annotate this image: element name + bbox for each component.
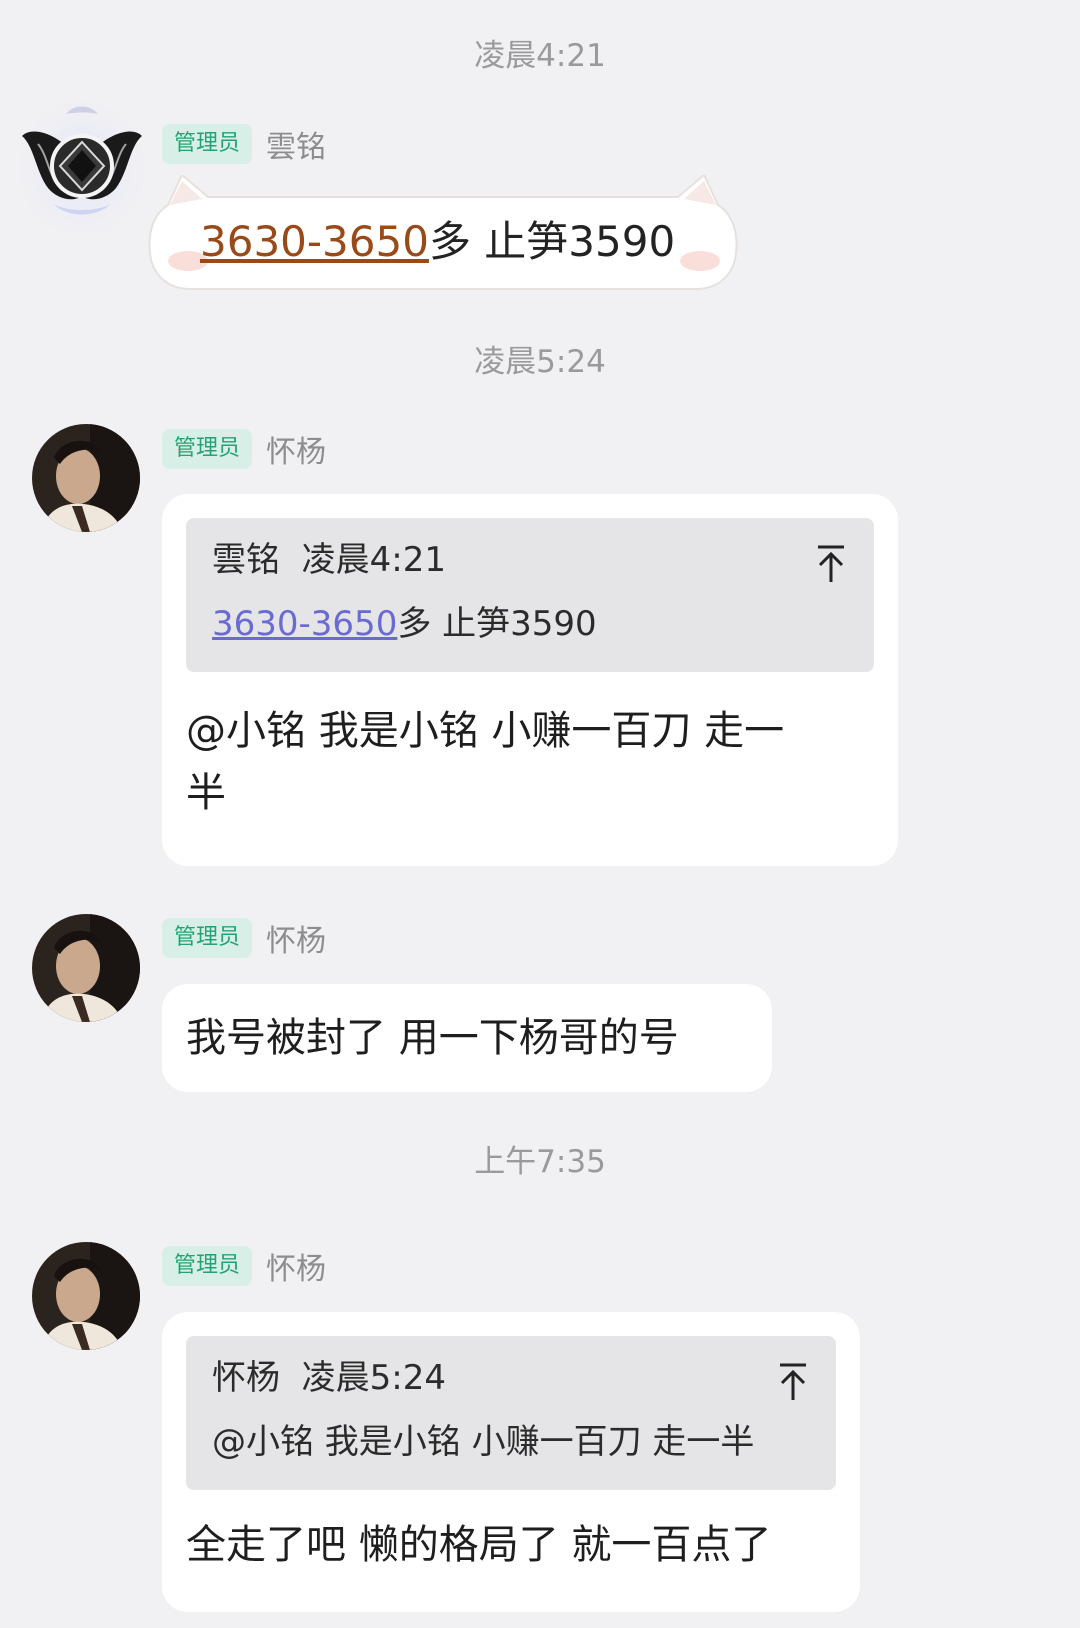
sender-name[interactable]: 怀杨: [266, 427, 326, 471]
message-text: 3630-3650多 止笋3590: [200, 217, 676, 266]
message-bubble[interactable]: 我号被封了 用一下杨哥的号: [162, 984, 772, 1092]
quote-text: 3630-3650多 止笋3590: [212, 604, 597, 644]
message-bubble[interactable]: 雲铭 凌晨4:21 3630-3650多 止笋3590 @小铭 我是小铭 小赚一…: [162, 494, 898, 866]
portrait-avatar[interactable]: [32, 1242, 140, 1350]
sender-name[interactable]: 怀杨: [266, 1244, 326, 1288]
timestamp: 上午7:35: [474, 1144, 606, 1180]
quoted-message[interactable]: 雲铭 凌晨4:21 3630-3650多 止笋3590: [186, 518, 874, 672]
price-range-link[interactable]: 3630-3650: [212, 604, 397, 644]
quote-text: @小铭 我是小铭 小赚一百刀 走一半: [212, 1422, 755, 1462]
message-text: 全走了吧 懒的格局了 就一百点了: [186, 1522, 772, 1568]
timestamp: 凌晨4:21: [474, 38, 606, 74]
sender-name[interactable]: 雲铭: [266, 122, 326, 166]
admin-badge: 管理员: [162, 429, 253, 469]
sender-name[interactable]: 怀杨: [266, 916, 326, 960]
timestamp: 凌晨5:24: [474, 344, 606, 380]
admin-badge: 管理员: [162, 1246, 253, 1286]
quoted-message[interactable]: 怀杨 凌晨5:24 @小铭 我是小铭 小赚一百刀 走一半: [186, 1336, 836, 1490]
message-bubble[interactable]: 怀杨 凌晨5:24 @小铭 我是小铭 小赚一百刀 走一半 全走了吧 懒的格局了 …: [162, 1312, 860, 1612]
quote-header: 雲铭 凌晨4:21: [212, 540, 446, 580]
arrow-up-to-line-icon[interactable]: [776, 1362, 810, 1402]
message-text: @小铭 我是小铭 小赚一百刀 走一 半: [186, 708, 785, 816]
admin-badge: 管理员: [162, 124, 253, 164]
quote-header: 怀杨 凌晨5:24: [212, 1358, 446, 1398]
portrait-avatar[interactable]: [32, 424, 140, 532]
price-range-link[interactable]: 3630-3650: [200, 217, 429, 266]
arrow-up-to-line-icon[interactable]: [814, 544, 848, 584]
message-text: 我号被封了 用一下杨哥的号: [186, 1015, 679, 1061]
portrait-avatar[interactable]: [32, 914, 140, 1022]
winged-emblem-avatar[interactable]: [18, 92, 146, 232]
admin-badge: 管理员: [162, 918, 253, 958]
